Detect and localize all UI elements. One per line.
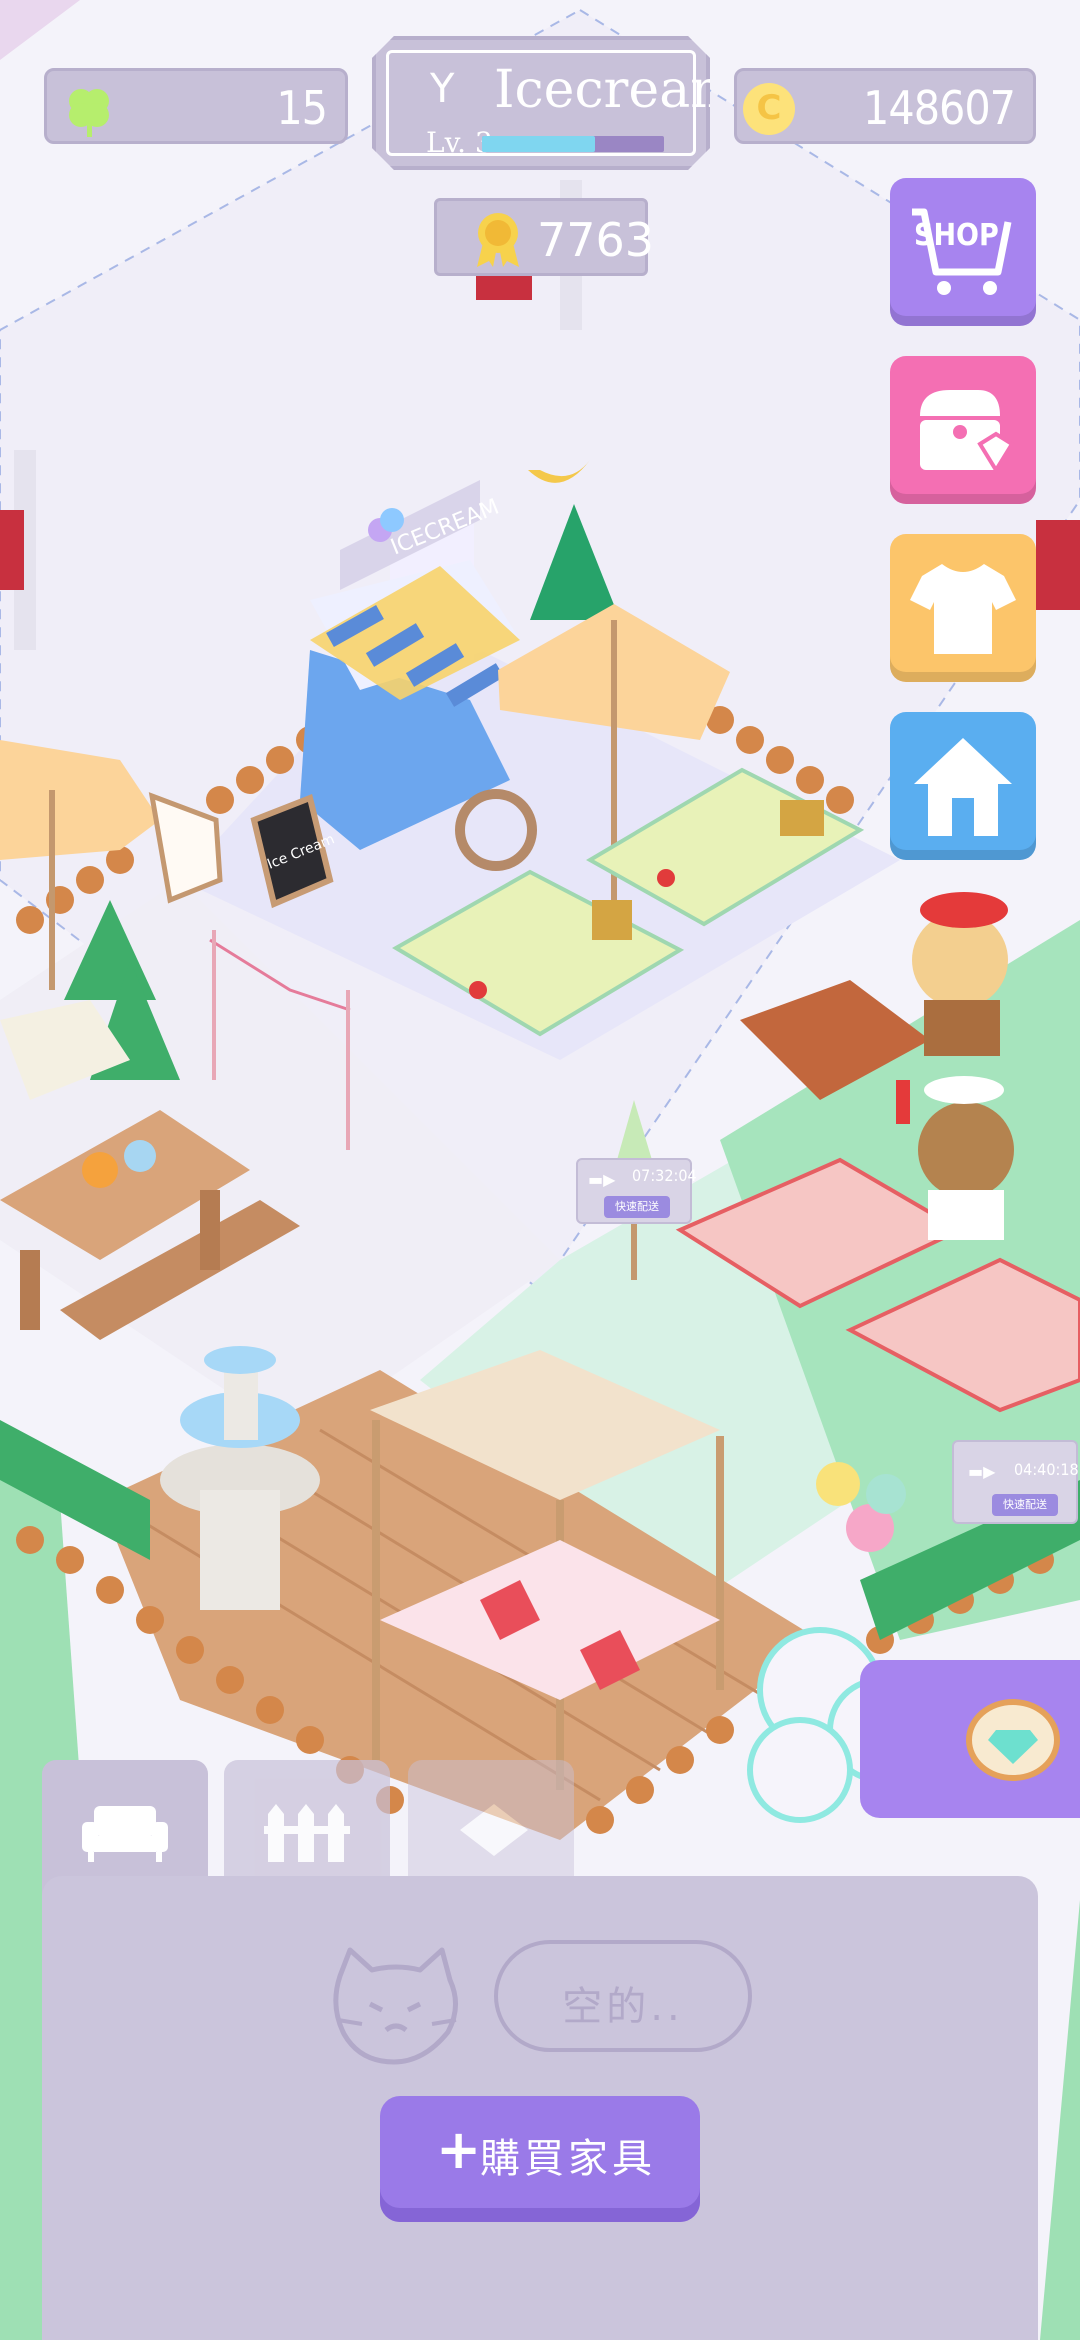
- clover-counter[interactable]: 15: [44, 68, 348, 144]
- buy-furniture-button[interactable]: + 購買家具: [380, 2096, 700, 2222]
- coin-count: 148607: [863, 81, 1016, 135]
- fence-icon: [264, 1804, 350, 1862]
- buy-furniture-label: 購買家具: [480, 2136, 656, 2182]
- xp-bar-fill: [482, 136, 595, 152]
- truck-icon: ▬▶: [968, 1462, 996, 1481]
- coin-counter[interactable]: C 148607: [734, 68, 1036, 144]
- speed-delivery-button[interactable]: 快速配送: [992, 1494, 1058, 1516]
- sofa-icon: [82, 1806, 168, 1862]
- home-button[interactable]: [890, 712, 1036, 860]
- empty-speech-bubble: 空的..: [494, 1940, 752, 2052]
- tab-floors[interactable]: [408, 1760, 574, 1880]
- diamond-plate-icon: [966, 1699, 1060, 1781]
- shop-name-plate[interactable]: Y Icecream Lv. 3: [372, 36, 710, 170]
- clover-icon: [69, 89, 109, 137]
- outfit-button[interactable]: [890, 534, 1036, 682]
- gem-tab-button[interactable]: [860, 1660, 1080, 1818]
- trophy-counter[interactable]: 7763: [434, 198, 654, 276]
- xp-bar: [482, 136, 664, 152]
- shop-button[interactable]: SHOP: [890, 178, 1036, 326]
- cart-icon: [912, 208, 1012, 295]
- delivery-countdown: 04:40:18: [1014, 1460, 1079, 1479]
- shop-initial: Y: [430, 66, 455, 112]
- delivery-countdown: 07:32:04: [632, 1166, 697, 1185]
- dog-customer[interactable]: [912, 892, 1008, 1056]
- truck-icon: ▬▶: [588, 1170, 616, 1189]
- tab-fences[interactable]: [224, 1760, 390, 1880]
- coin-icon: C: [743, 83, 795, 135]
- speed-delivery-button[interactable]: 快速配送: [604, 1196, 670, 1218]
- floor-tile-icon: [460, 1804, 528, 1856]
- shop-name: Icecream: [494, 60, 740, 120]
- delivery-timer[interactable]: ▬▶ 04:40:18 快速配送: [952, 1440, 1079, 1524]
- tshirt-icon: [910, 564, 1016, 654]
- trophy-count: 7763: [537, 213, 655, 267]
- empty-inventory-text: 空的..: [562, 1984, 684, 2030]
- delivery-timer[interactable]: ▬▶ 07:32:04 快速配送: [576, 1158, 697, 1224]
- treasure-chest-button[interactable]: [890, 356, 1036, 504]
- clover-count: 15: [276, 81, 328, 135]
- medal-icon: [477, 213, 519, 267]
- treasure-chest-icon: [920, 390, 1015, 474]
- grumpy-cat-icon: [333, 1947, 458, 2065]
- house-icon: [914, 738, 1012, 836]
- plus-icon: +: [436, 2118, 482, 2181]
